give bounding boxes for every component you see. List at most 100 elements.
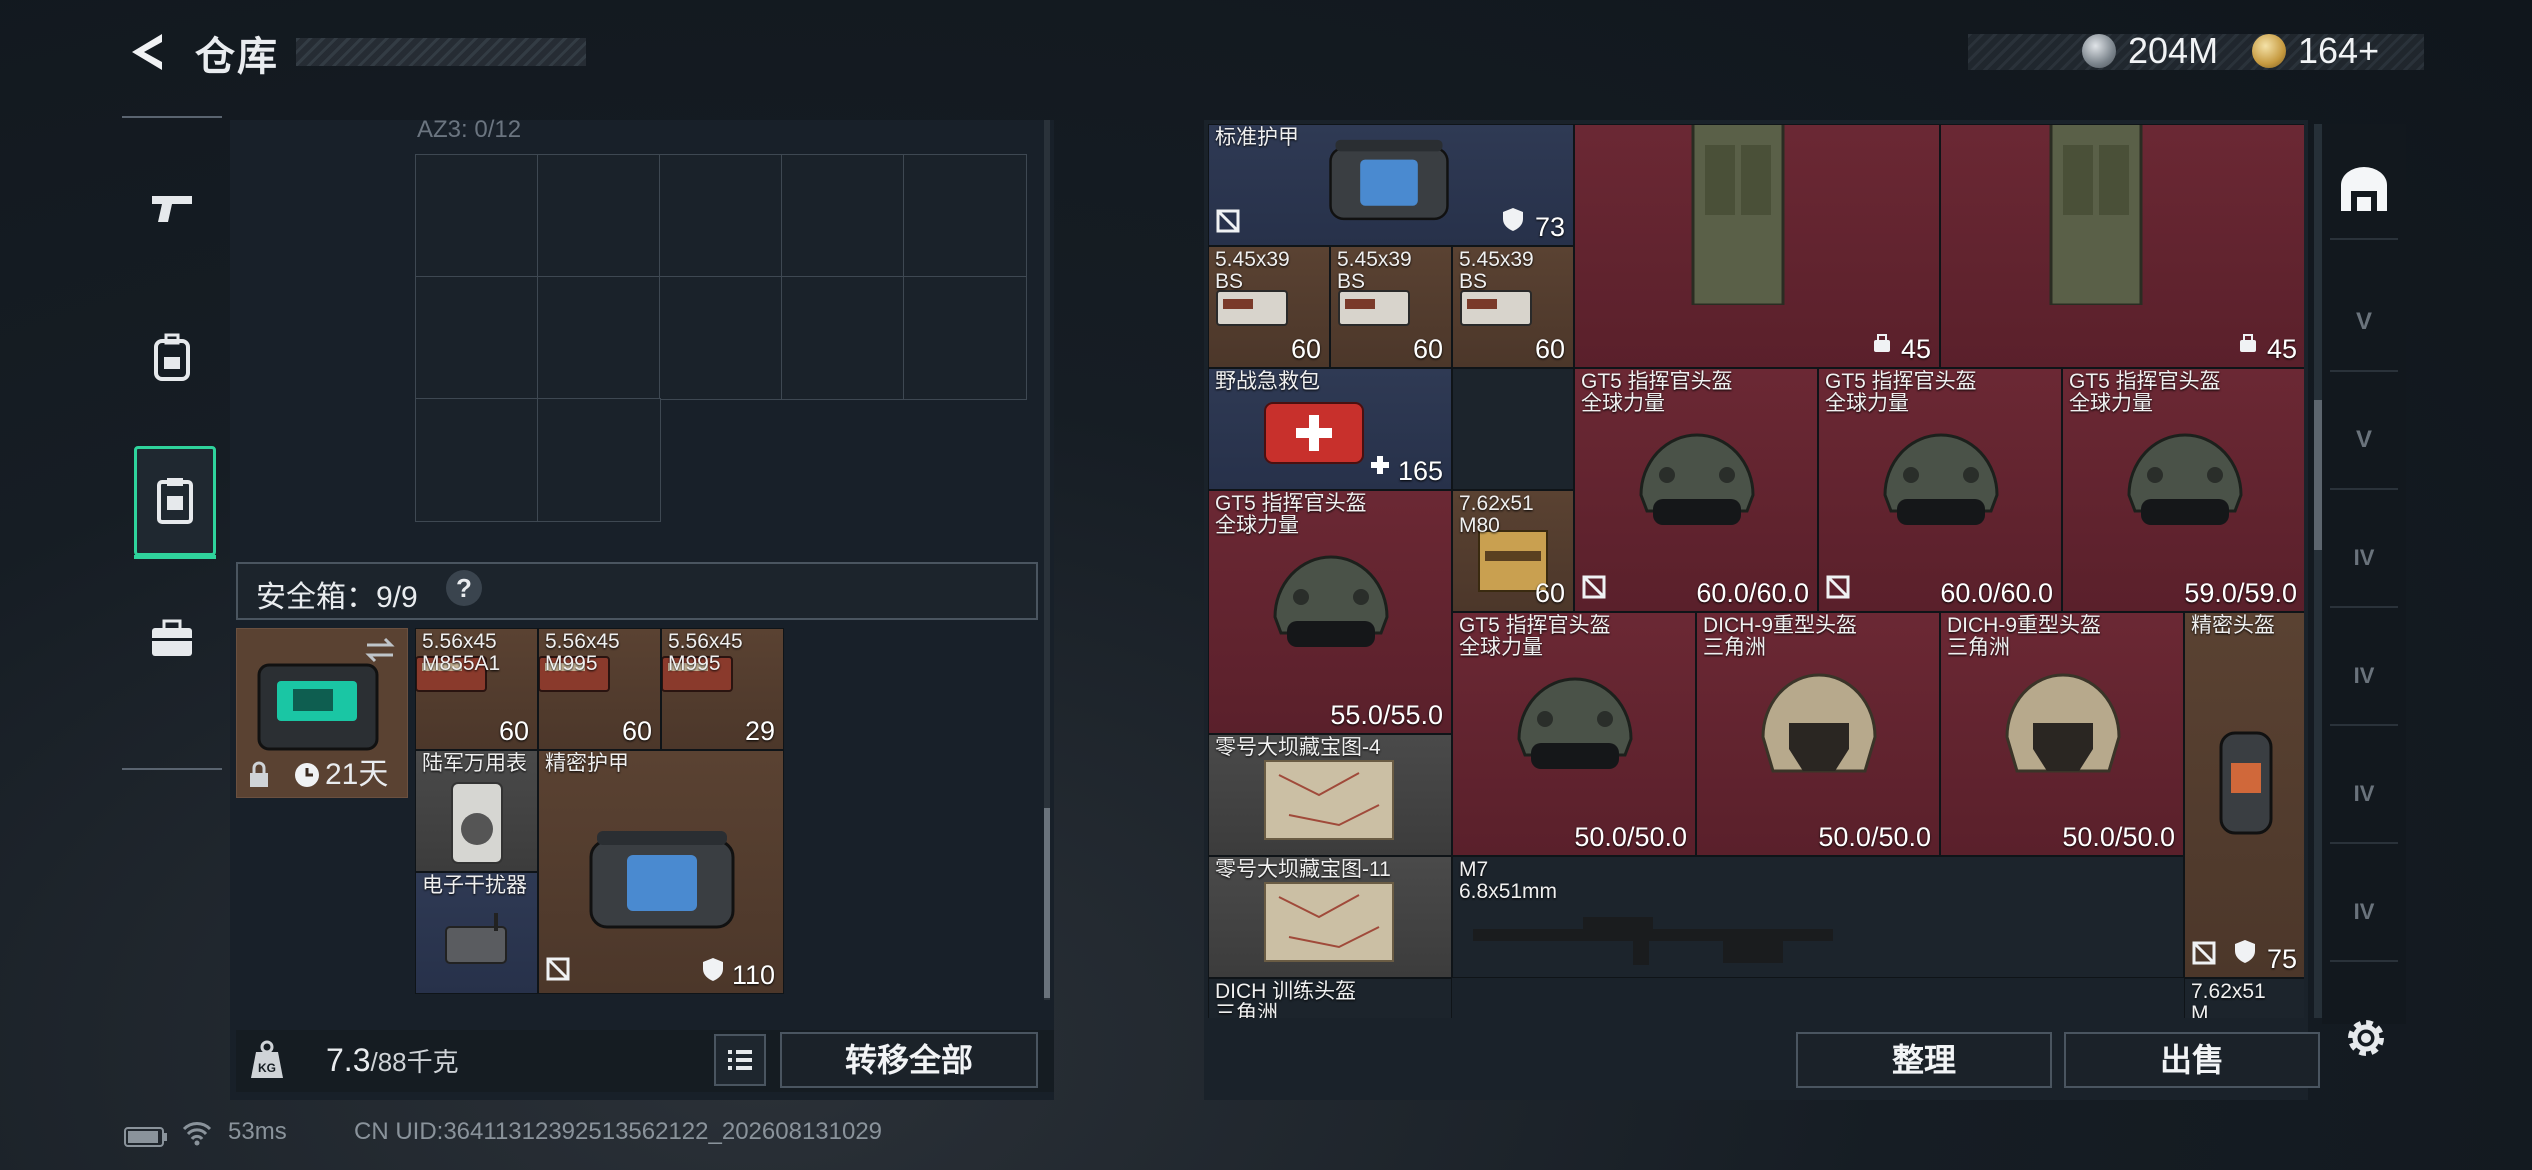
item-count: 50.0/50.0 (2062, 822, 2175, 852)
item-count: 45 (1900, 334, 1931, 364)
right-scroll-thumb[interactable] (2314, 400, 2322, 550)
warehouse-icon (2341, 167, 2387, 211)
item-name: 零号大坝藏宝图-4 (1215, 736, 1381, 759)
helmet-item[interactable]: GT5 指挥官头盔 全球力量 60.0/60.0 (1818, 368, 2062, 612)
empty-slot[interactable] (781, 154, 905, 278)
capacity-bag-icon (2237, 332, 2259, 359)
ammo-item[interactable]: 7.62x51 M (2184, 978, 2304, 1018)
item-name: 标准护甲 (1215, 126, 1299, 149)
precision-armor-item[interactable]: 精密护甲 110 (538, 750, 784, 994)
item-name: 5.45x39 BS (1215, 248, 1290, 293)
item-name: 野战急救包 (1215, 370, 1320, 393)
sell-button[interactable]: 出售 (2064, 1032, 2320, 1088)
settings-gear-icon[interactable] (2342, 1014, 2390, 1062)
heavy-helmet-item[interactable]: DICH-9重型头盔 三角洲 50.0/50.0 (1940, 612, 2184, 856)
item-name: 精密头盔 (2191, 614, 2275, 637)
empty-slot[interactable] (659, 276, 783, 400)
help-button[interactable]: ? (446, 570, 482, 606)
uid-text: CN UID:3641131239251356212​2_20260813102… (354, 1118, 883, 1145)
item-count: 45 (2266, 334, 2297, 364)
helmet-icon (1627, 415, 1767, 550)
tactical-vest-item[interactable]: 45 (1574, 124, 1940, 368)
empty-slot[interactable] (537, 398, 661, 522)
helmet-item[interactable]: GT5 指挥官头盔 全球力量 55.0/55.0 (1208, 490, 1452, 734)
tab-storage-main[interactable] (2330, 142, 2398, 240)
empty-slot[interactable] (537, 276, 661, 400)
helmet-item[interactable]: GT5 指挥官头盔 全球力量 50.0/50.0 (1452, 612, 1696, 856)
item-name: DICH 训练头盔 三角洲 (1215, 980, 1357, 1019)
tactical-vest-item[interactable]: 45 (1940, 124, 2304, 368)
treasure-map-item[interactable]: 零号大坝藏宝图-4 (1208, 734, 1452, 856)
ammo-item[interactable]: 5.56x45 M855A1 60 (415, 628, 538, 750)
back-arrow-icon[interactable] (122, 28, 170, 76)
map-icon (1259, 755, 1399, 850)
empty-slot[interactable] (537, 154, 661, 278)
ammo-item[interactable]: 5.45x39 BS 60 (1452, 246, 1574, 368)
item-name: 5.56x45 M995 (668, 630, 743, 675)
storage-grid[interactable]: 标准护甲 73 5.45x39 BS 60 5.45x39 BS 60 5.45x39 BS… (1208, 124, 2304, 1018)
az3-label: AZ3: 0/12 (417, 116, 522, 143)
item-count: 60.0/60.0 (1696, 578, 1809, 608)
multimeter-icon (442, 779, 512, 871)
safe-box-item[interactable]: 21天 (236, 628, 408, 798)
standard-armor-item[interactable]: 标准护甲 73 (1208, 124, 1574, 246)
tab-storage-4d[interactable]: IV (2330, 864, 2398, 962)
empty-slot[interactable] (415, 398, 539, 522)
az3-slot-grid[interactable] (415, 154, 1027, 522)
no-insure-icon (1215, 208, 1241, 239)
jammer-item[interactable]: 电子干扰器 (415, 872, 538, 994)
swap-icon[interactable] (363, 635, 397, 665)
empty-slot[interactable] (1452, 368, 1574, 490)
heavy-helmet-item[interactable]: DICH-9重型头盔 三角洲 50.0/50.0 (1696, 612, 1940, 856)
list-view-button[interactable] (714, 1034, 766, 1086)
tab-storage-4c[interactable]: IV (2330, 746, 2398, 844)
helmet-item[interactable]: GT5 指挥官头盔 全球力量 59.0/59.0 (2062, 368, 2304, 612)
page-title: 仓库 (195, 35, 279, 79)
helmet-item[interactable]: GT5 指挥官头盔 全球力量 60.0/60.0 (1574, 368, 1818, 612)
wifi-icon (182, 1122, 212, 1146)
rifle-item[interactable]: M7 6.8x51mm (1452, 856, 2184, 978)
tab-storage-4b[interactable]: IV (2330, 628, 2398, 726)
tab-storage-4a[interactable]: IV (2330, 510, 2398, 608)
ammo-item[interactable]: 5.56x45 M995 60 (538, 628, 661, 750)
svg-text:KG: KG (258, 1061, 276, 1075)
empty-slot[interactable] (659, 154, 783, 278)
ammo-item[interactable]: 5.45x39 BS 60 (1330, 246, 1452, 368)
battery-icon (124, 1127, 167, 1147)
training-helmet-item[interactable]: DICH 训练头盔 三角洲 (1208, 978, 1452, 1018)
gold-currency-value[interactable]: 164+ (2298, 30, 2379, 72)
ammo-item[interactable]: 7.62x51 M80 60 (1452, 490, 1574, 612)
precision-helmet-item[interactable]: 精密头盔 75 (2184, 612, 2304, 978)
item-name: 7.62x51 M (2191, 980, 2266, 1019)
nav-weapons[interactable] (134, 156, 210, 260)
tab-storage-5b[interactable]: V (2330, 392, 2398, 490)
ping-text: 53ms (228, 1118, 287, 1145)
item-count: 50.0/50.0 (1574, 822, 1687, 852)
tab-storage-5a[interactable]: V (2330, 274, 2398, 372)
ammo-item[interactable]: 5.45x39 BS 60 (1208, 246, 1330, 368)
helmet-icon (1871, 415, 2011, 550)
ammo-item[interactable]: 5.56x45 M995 29 (661, 628, 784, 750)
tab-level-icon: V (2355, 426, 2372, 453)
left-scroll-thumb[interactable] (1044, 808, 1050, 998)
empty-slot[interactable] (415, 154, 539, 278)
nav-backpack[interactable] (134, 306, 210, 410)
empty-slot[interactable] (903, 276, 1027, 400)
first-aid-kit-item[interactable]: 野战急救包 165 (1208, 368, 1452, 490)
empty-slot[interactable] (415, 276, 539, 400)
silver-currency-value: 204M (2128, 30, 2219, 71)
nav-safe-box[interactable] (134, 446, 216, 559)
empty-slot[interactable] (781, 276, 905, 400)
helmet-icon (2211, 723, 2281, 848)
nav-toolbox[interactable] (134, 586, 210, 690)
right-scrollbar[interactable] (2314, 124, 2322, 1018)
sort-button[interactable]: 整理 (1796, 1032, 2052, 1088)
empty-slot[interactable] (903, 154, 1027, 278)
item-count: 110 (731, 960, 775, 990)
multimeter-item[interactable]: 陆军万用表 (415, 750, 538, 872)
armor-icon (1319, 131, 1459, 236)
item-count: 60 (498, 716, 529, 746)
treasure-map-item[interactable]: 零号大坝藏宝图-11 (1208, 856, 1452, 978)
transfer-all-button[interactable]: 转移全部 (780, 1032, 1038, 1088)
item-name: 7.62x51 M80 (1459, 492, 1534, 537)
